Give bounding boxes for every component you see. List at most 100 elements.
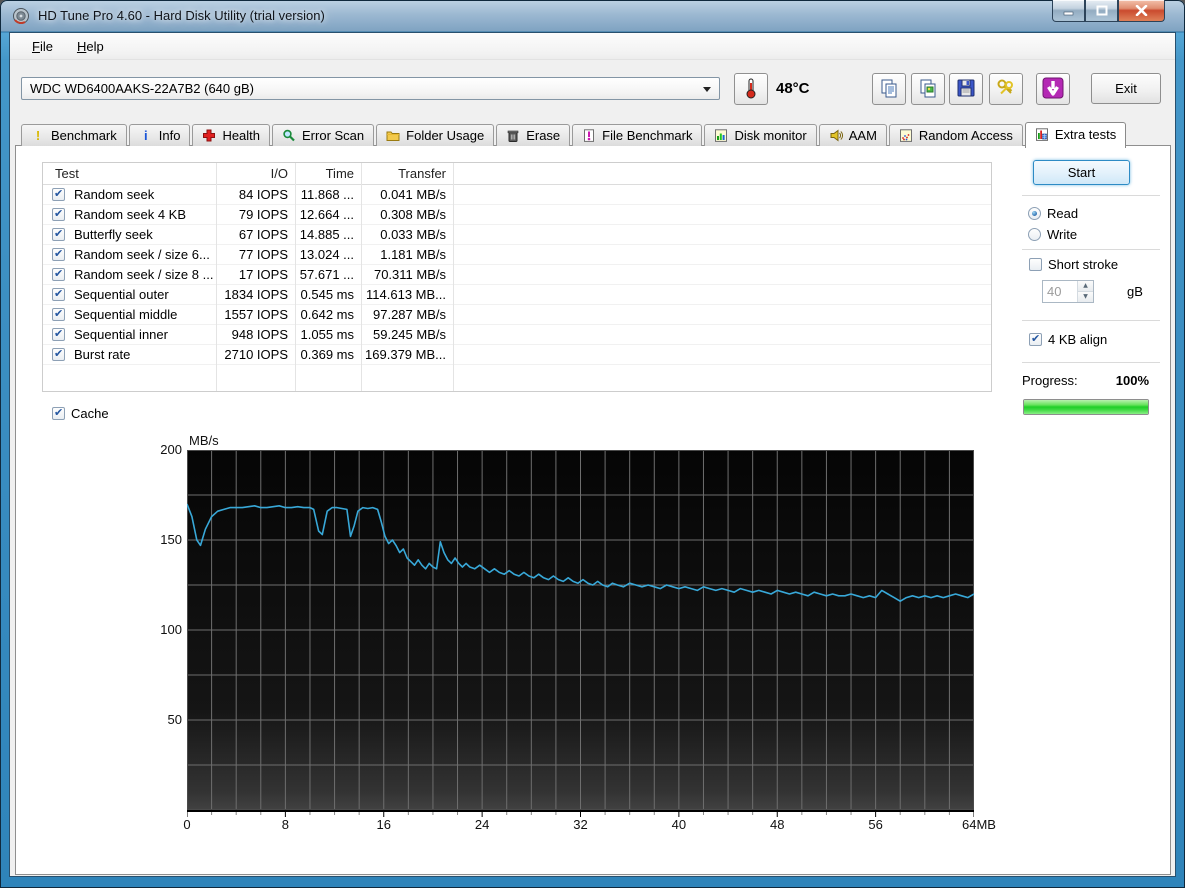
tab-aam[interactable]: AAM <box>819 124 887 146</box>
options-keys-button[interactable] <box>989 73 1023 105</box>
x-tick-label: 48 <box>770 817 784 832</box>
extra-tests-panel: Test I/O Time Transfer Random seek84 IOP… <box>15 145 1171 875</box>
divider <box>1022 249 1160 250</box>
test-checkbox[interactable] <box>52 248 65 261</box>
y-tick-label: 100 <box>142 622 182 637</box>
tab-folder-usage[interactable]: Folder Usage <box>376 124 494 146</box>
write-radio[interactable] <box>1028 228 1041 241</box>
copy-text-button[interactable] <box>872 73 906 105</box>
tab-label: Info <box>159 128 181 143</box>
test-transfer: 169.379 MB... <box>361 347 453 362</box>
temperature-button[interactable] <box>734 73 768 105</box>
test-checkbox[interactable] <box>52 208 65 221</box>
test-time: 11.868 ... <box>295 187 361 202</box>
results-table: Test I/O Time Transfer Random seek84 IOP… <box>42 162 992 392</box>
table-row[interactable]: Burst rate2710 IOPS0.369 ms169.379 MB... <box>43 345 991 365</box>
keys-icon <box>996 78 1016 101</box>
y-tick-label: 50 <box>142 712 182 727</box>
table-row[interactable]: Sequential middle1557 IOPS0.642 ms97.287… <box>43 305 991 325</box>
test-io: 1834 IOPS <box>216 287 295 302</box>
caption-buttons <box>1052 0 1165 22</box>
short-stroke-value: 40 <box>1043 281 1077 302</box>
tab-label: Random Access <box>919 128 1013 143</box>
spin-down-icon[interactable]: ▼ <box>1078 292 1093 302</box>
update-button[interactable] <box>1036 73 1070 105</box>
benchmark-icon: ! <box>31 129 45 142</box>
align-checkbox[interactable] <box>1029 333 1042 346</box>
save-button[interactable] <box>949 73 983 105</box>
tab-label: File Benchmark <box>602 128 692 143</box>
close-button[interactable] <box>1118 0 1165 22</box>
col-time: Time <box>295 166 361 181</box>
start-button[interactable]: Start <box>1033 160 1130 185</box>
temperature-value: 48°C <box>776 80 810 97</box>
cache-checkbox[interactable] <box>52 407 65 420</box>
short-stroke-checkbox[interactable] <box>1029 258 1042 271</box>
test-transfer: 0.041 MB/s <box>361 187 453 202</box>
table-row[interactable]: Random seek84 IOPS11.868 ...0.041 MB/s <box>43 185 991 205</box>
transfer-chart <box>187 450 974 818</box>
menu-item-help[interactable]: Help <box>67 36 114 57</box>
read-radio[interactable] <box>1028 207 1041 220</box>
test-checkbox[interactable] <box>52 328 65 341</box>
x-tick-label: 64MB <box>962 817 996 832</box>
table-header: Test I/O Time Transfer <box>43 163 991 185</box>
test-checkbox[interactable] <box>52 228 65 241</box>
tab-label: Health <box>222 128 260 143</box>
test-name: Random seek 4 KB <box>74 207 186 222</box>
tab-random-access[interactable]: Random Access <box>889 124 1023 146</box>
tab-disk-monitor[interactable]: Disk monitor <box>704 124 816 146</box>
divider <box>1022 362 1160 363</box>
x-tick-label: 56 <box>868 817 882 832</box>
tab-extra-tests[interactable]: Extra tests <box>1025 122 1126 148</box>
table-row[interactable]: Butterfly seek67 IOPS14.885 ...0.033 MB/… <box>43 225 991 245</box>
unit-label: gB <box>1127 284 1143 299</box>
progress-bar-fill <box>1024 400 1148 414</box>
menu-item-file[interactable]: File <box>22 36 63 57</box>
menu-bar: FileHelp <box>10 33 1175 60</box>
column-divider <box>295 163 296 391</box>
test-checkbox[interactable] <box>52 288 65 301</box>
table-row[interactable]: Sequential inner948 IOPS1.055 ms59.245 M… <box>43 325 991 345</box>
test-name: Sequential outer <box>74 287 169 302</box>
short-stroke-spinner[interactable]: 40 ▲▼ <box>1042 280 1094 303</box>
test-checkbox[interactable] <box>52 268 65 281</box>
test-name: Sequential middle <box>74 307 177 322</box>
tab-health[interactable]: Health <box>192 124 270 146</box>
test-time: 57.671 ... <box>295 267 361 282</box>
read-option: Read <box>1028 206 1078 221</box>
test-checkbox[interactable] <box>52 348 65 361</box>
chevron-down-icon <box>703 87 711 92</box>
tab-error-scan[interactable]: Error Scan <box>272 124 374 146</box>
spinner-buttons[interactable]: ▲▼ <box>1077 281 1093 302</box>
test-name: Random seek / size 6... <box>74 247 210 262</box>
test-time: 1.055 ms <box>295 327 361 342</box>
spin-up-icon[interactable]: ▲ <box>1078 281 1093 292</box>
tab-file-benchmark[interactable]: File Benchmark <box>572 124 702 146</box>
test-io: 17 IOPS <box>216 267 295 282</box>
tab-info[interactable]: iInfo <box>129 124 191 146</box>
test-name: Sequential inner <box>74 327 168 342</box>
maximize-button[interactable] <box>1085 0 1118 22</box>
tab-benchmark[interactable]: !Benchmark <box>21 124 127 146</box>
test-checkbox[interactable] <box>52 188 65 201</box>
table-row[interactable]: Random seek 4 KB79 IOPS12.664 ...0.308 M… <box>43 205 991 225</box>
file-benchmark-icon <box>582 129 596 142</box>
test-transfer: 0.308 MB/s <box>361 207 453 222</box>
exit-button[interactable]: Exit <box>1091 73 1161 104</box>
test-checkbox[interactable] <box>52 308 65 321</box>
drive-selector[interactable]: WDC WD6400AAKS-22A7B2 (640 gB) <box>21 77 720 100</box>
minimize-button[interactable] <box>1052 0 1085 22</box>
x-tick-label: 8 <box>282 817 289 832</box>
client-area: FileHelp WDC WD6400AAKS-22A7B2 (640 gB) … <box>9 32 1176 877</box>
test-io: 2710 IOPS <box>216 347 295 362</box>
table-row[interactable]: Sequential outer1834 IOPS0.545 ms114.613… <box>43 285 991 305</box>
copy-screenshot-button[interactable] <box>911 73 945 105</box>
column-divider <box>361 163 362 391</box>
test-io: 77 IOPS <box>216 247 295 262</box>
tab-erase[interactable]: Erase <box>496 124 570 146</box>
table-row[interactable]: Random seek / size 6...77 IOPS13.024 ...… <box>43 245 991 265</box>
col-io: I/O <box>216 166 295 181</box>
title-bar[interactable]: HD Tune Pro 4.60 - Hard Disk Utility (tr… <box>0 0 1185 32</box>
table-row[interactable]: Random seek / size 8 ...17 IOPS57.671 ..… <box>43 265 991 285</box>
